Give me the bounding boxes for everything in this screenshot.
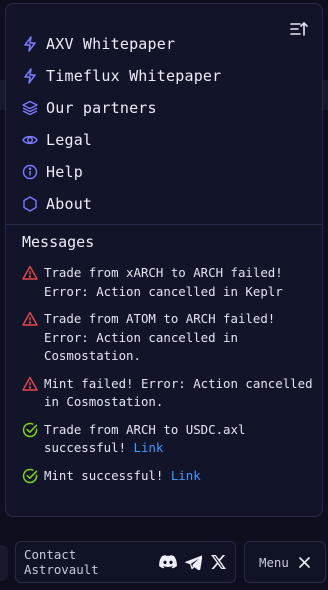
lightning-icon (22, 36, 38, 52)
eye-icon (22, 132, 38, 148)
message-link[interactable]: Link (134, 440, 164, 455)
menu-panel: AXV Whitepaper Timeflux Whitepaper Our p… (5, 3, 323, 517)
menu-button[interactable]: Menu (244, 541, 326, 583)
contact-bar: Contact Astrovault (15, 541, 236, 583)
menu-item-label: Timeflux Whitepaper (46, 67, 222, 85)
contact-label[interactable]: Contact Astrovault (24, 547, 149, 577)
background-fragment (0, 545, 8, 581)
discord-icon[interactable] (159, 553, 178, 571)
menu-item-our-partners[interactable]: Our partners (22, 92, 221, 124)
menu-item-legal[interactable]: Legal (22, 124, 221, 156)
telegram-icon[interactable] (185, 553, 203, 571)
background-fragment (323, 80, 328, 110)
message-link[interactable]: Link (171, 468, 201, 483)
hexagon-icon (22, 196, 38, 212)
menu-item-timeflux-whitepaper[interactable]: Timeflux Whitepaper (22, 60, 221, 92)
menu-item-label: About (46, 195, 93, 213)
message-item: Trade from ARCH to USDC.axl successful! … (22, 421, 314, 458)
close-icon (299, 553, 310, 572)
layers-icon (22, 100, 38, 116)
check-circle-icon (22, 422, 38, 438)
messages-title: Messages (22, 233, 95, 251)
message-item: Mint successful! Link (22, 467, 314, 486)
menu-list: AXV Whitepaper Timeflux Whitepaper Our p… (22, 28, 221, 220)
check-circle-icon (22, 468, 38, 484)
warning-icon (22, 265, 38, 281)
message-item: Mint failed! Error: Action cancelled in … (22, 375, 314, 412)
info-icon (22, 164, 38, 180)
warning-icon (22, 311, 38, 327)
menu-button-label: Menu (259, 554, 289, 570)
sort-collapse-icon (290, 21, 308, 36)
message-text: Mint successful! Link (44, 467, 201, 483)
message-text: Mint failed! Error: Action cancelled in … (44, 375, 313, 410)
x-icon[interactable] (210, 553, 227, 571)
message-text: Trade from ARCH to USDC.axl successful! … (44, 421, 246, 456)
menu-item-help[interactable]: Help (22, 156, 221, 188)
message-text: Trade from ATOM to ARCH failed! Error: A… (44, 311, 276, 363)
menu-item-label: Help (46, 163, 83, 181)
message-list: Trade from xARCH to ARCH failed! Error: … (22, 264, 314, 494)
menu-item-label: AXV Whitepaper (46, 35, 176, 53)
lightning-icon (22, 68, 38, 84)
menu-item-label: Our partners (46, 99, 157, 117)
message-item: Trade from ATOM to ARCH failed! Error: A… (22, 310, 314, 366)
menu-item-about[interactable]: About (22, 188, 221, 220)
warning-icon (22, 376, 38, 392)
collapse-menu-button[interactable] (288, 18, 310, 40)
message-item: Trade from xARCH to ARCH failed! Error: … (22, 264, 314, 301)
menu-item-label: Legal (46, 131, 93, 149)
divider (6, 224, 322, 225)
menu-item-axv-whitepaper[interactable]: AXV Whitepaper (22, 28, 221, 60)
message-text: Trade from xARCH to ARCH failed! Error: … (44, 265, 283, 299)
